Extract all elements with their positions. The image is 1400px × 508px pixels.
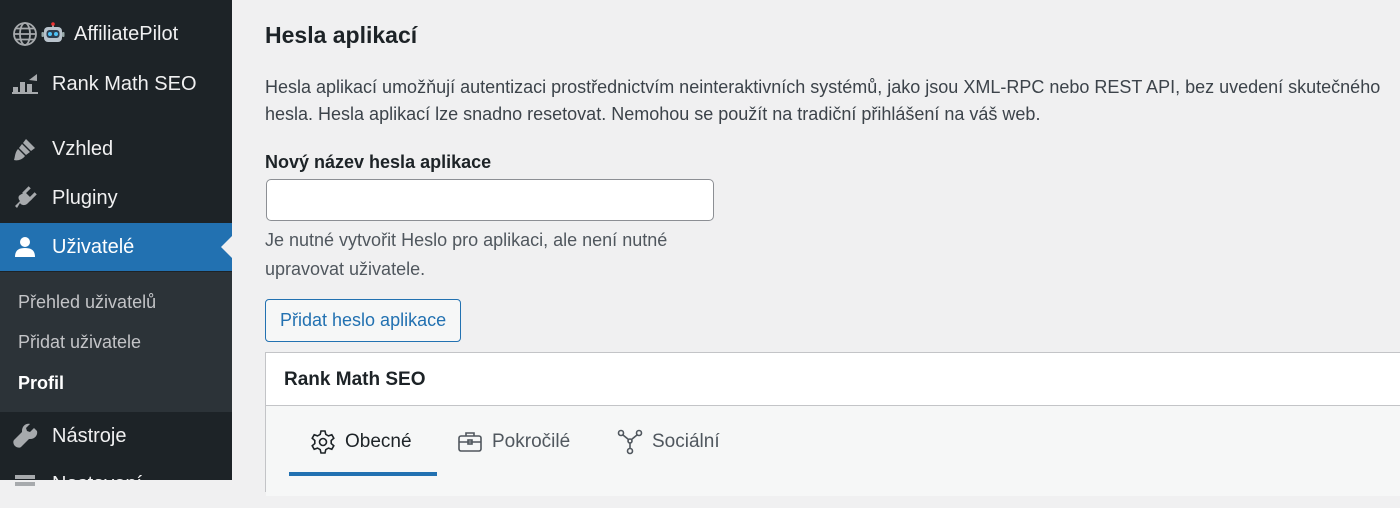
sidebar-item-affiliatepilot[interactable]: AffiliatePilot [0,10,232,58]
tab-socialni[interactable]: Sociální [617,406,720,478]
submenu-item-pridat-uzivatele[interactable]: Přidat uživatele [18,332,141,353]
panel-header: Rank Math SEO [266,353,1400,406]
sidebar-item-rank-math-seo[interactable]: Rank Math SEO [0,60,232,108]
sidebar-item-pluginy[interactable]: Pluginy [0,174,232,222]
tab-pokrocile[interactable]: Pokročilé [457,406,570,478]
tab-obecne[interactable]: Obecné [310,406,412,478]
panel-body: Obecné Pokročilé Sociální [266,406,1400,496]
rank-math-panel: Rank Math SEO Obecné Pokročilé Sociální [265,352,1400,496]
sidebar-item-label: Pluginy [52,186,118,209]
settings-icon [11,470,39,498]
sidebar-item-label: Nástroje [52,424,127,447]
sidebar-item-nastaveni[interactable]: Nastavení [0,460,232,508]
share-icon [617,429,643,455]
sidebar-item-label: Nastavení [52,472,143,495]
gear-icon [310,429,336,455]
sidebar-item-label: Rank Math SEO [52,72,197,95]
submenu-item-profil[interactable]: Profil [18,373,64,394]
active-tab-indicator [289,472,437,476]
tab-label: Obecné [345,431,412,452]
submenu-item-prehled-uzivatelu[interactable]: Přehled uživatelů [18,292,156,313]
tab-label: Sociální [652,431,720,452]
sidebar-item-uzivatele[interactable]: Uživatelé [0,223,232,271]
sidebar-item-label: AffiliatePilot [74,22,179,45]
sidebar-item-nastroje[interactable]: Nástroje [0,412,232,460]
globe-icon [11,20,39,48]
user-icon [11,233,39,261]
main-content: Hesla aplikací Hesla aplikací umožňují a… [232,0,1400,496]
panel-title: Rank Math SEO [284,369,426,390]
help-text: Je nutné vytvořit Heslo pro aplikaci, al… [265,230,668,279]
section-title: Hesla aplikací [265,22,418,48]
section-description: Hesla aplikací umožňují autentizaci pros… [265,77,1381,124]
add-application-password-button[interactable]: Přidat heslo aplikace [265,299,462,342]
briefcase-icon [457,429,483,455]
brush-icon [11,135,39,163]
rank-math-icon [11,70,39,98]
new-password-name-label: Nový název hesla aplikace [265,152,492,172]
tab-label: Pokročilé [492,431,571,452]
new-password-name-input[interactable] [266,179,714,221]
wrench-icon [11,422,39,450]
robot-icon [40,20,66,48]
sidebar-item-label: Vzhled [52,137,114,160]
sidebar-item-vzhled[interactable]: Vzhled [0,125,232,173]
admin-sidebar: AffiliatePilot Rank Math SEO Vzhled Plug… [0,0,232,495]
plugin-icon [11,184,39,212]
users-submenu: Přehled uživatelů Přidat uživatele Profi… [0,272,232,412]
sidebar-item-label: Uživatelé [52,235,135,258]
